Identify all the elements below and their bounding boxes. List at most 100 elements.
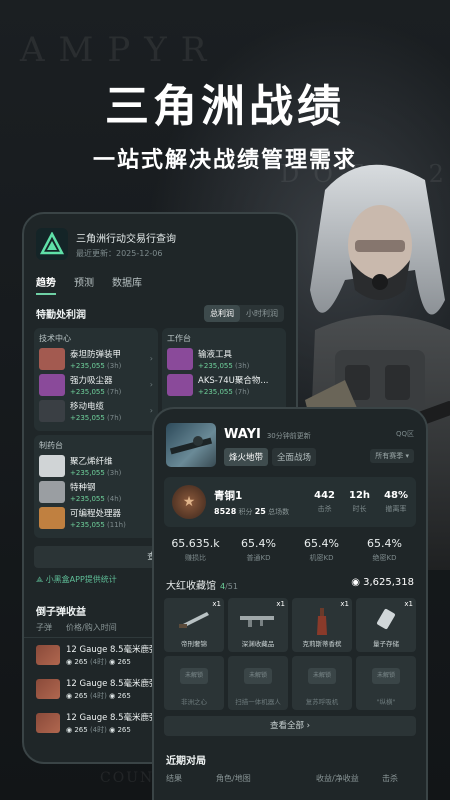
item-name: AKS-74U聚合物... — [198, 376, 269, 386]
recent-matches-title: 近期对局 — [166, 756, 206, 767]
last-update: 最近更新：2025-12-06 — [76, 248, 163, 258]
card-tech-center[interactable]: 技术中心 泰坦防弹装甲 +235,055 (3h) › 强力吸尘器 +235,0… — [34, 328, 158, 431]
rank-score-label: 积分 — [238, 507, 253, 516]
item-name: 可编程处理器 — [70, 509, 122, 519]
stat-value: 65.4% — [304, 537, 339, 550]
stat-ratio: 65.635.k 赚损比 — [164, 537, 227, 563]
item-time: (4h) — [107, 495, 122, 503]
stat-label: 时长 — [352, 505, 367, 513]
vault-item[interactable]: x1 克莉斯蒂香槟 — [292, 598, 352, 652]
view-all-button[interactable]: 查看全部 › — [164, 716, 416, 736]
rank-matches-label: 总场数 — [268, 507, 290, 516]
stat-secret-kd: 65.4% 机密KD — [290, 537, 353, 563]
item-profit: +235,055 — [70, 362, 105, 370]
bullet-thumbnail — [36, 645, 60, 665]
item-name: "纵横" — [376, 698, 396, 706]
row-price: 265 — [74, 692, 88, 700]
item-thumbnail — [39, 400, 65, 422]
stat-kills: 442 击杀 — [314, 490, 335, 514]
list-item[interactable]: 输液工具 +235,055 (3h) — [167, 348, 281, 370]
player-name: WAYI — [224, 427, 261, 442]
bullet-thumbnail — [36, 713, 60, 733]
tab-fullbattle[interactable]: 全面战场 — [272, 448, 317, 466]
vault-item-locked[interactable]: 未解锁 扫描一体机器人 — [228, 656, 288, 710]
tab-trend[interactable]: 趋势 — [36, 274, 56, 295]
column-header: 击杀 — [382, 774, 398, 783]
usb-drive-icon — [377, 608, 395, 630]
item-profit: +235,055 — [70, 388, 105, 396]
card-title: 技术中心 — [39, 334, 71, 343]
item-qty: x1 — [276, 600, 285, 608]
vault-item-locked[interactable]: 未解锁 非洲之心 — [164, 656, 224, 710]
stat-value: 48% — [384, 490, 408, 501]
row-price: 265 — [74, 658, 88, 666]
column-header: 收益/净收益 — [316, 774, 359, 783]
vault-item[interactable]: x1 量子存储 — [356, 598, 416, 652]
mode-tabs: 烽火地带 全面战场 — [224, 448, 317, 466]
stat-label: 击杀 — [317, 505, 332, 513]
item-qty: x1 — [340, 600, 349, 608]
rank-name: 青铜1 — [214, 489, 243, 502]
vault-item[interactable]: x1 帝刑奢锦 — [164, 598, 224, 652]
card-title: 制药台 — [39, 441, 63, 450]
item-thumbnail — [39, 507, 65, 529]
stat-topsecret-kd: 65.4% 绝密KD — [353, 537, 416, 563]
rank-badge-icon: ★ — [172, 485, 206, 519]
vault-total-count: /51 — [225, 582, 238, 591]
tab-firezone[interactable]: 烽火地带 — [224, 448, 269, 466]
stat-label: 普通KD — [246, 554, 271, 562]
item-profit: +235,055 — [70, 521, 105, 529]
item-name: 深渊收藏品 — [241, 640, 275, 648]
list-item[interactable]: 移动电缆 +235,055 (7h) › — [39, 400, 153, 422]
stat-label: 赚损比 — [185, 554, 206, 562]
row-time: (4时) — [89, 658, 107, 666]
item-qty: x1 — [212, 600, 221, 608]
list-item[interactable]: 聚乙烯纤维 +235,055 (3h) — [39, 455, 157, 477]
stat-normal-kd: 65.4% 普通KD — [227, 537, 290, 563]
avatar[interactable] — [166, 423, 216, 467]
updated-time: 30分钟前更新 — [266, 432, 311, 440]
kd-stats: 65.635.k 赚损比 65.4% 普通KD 65.4% 机密KD 65.4% 绝密K… — [154, 527, 426, 563]
column-header: 角色/地图 — [216, 774, 251, 783]
row-price2: 265 — [117, 658, 131, 666]
recent-table-header: 结果 角色/地图 收益/净收益 击杀 — [154, 773, 426, 784]
item-thumbnail — [167, 374, 193, 396]
stat-value: 65.4% — [241, 537, 276, 550]
vault-item-locked[interactable]: 未解锁 "纵横" — [356, 656, 416, 710]
list-item[interactable]: 可编程处理器 +235,055 (11h) — [39, 507, 157, 529]
rank-matches: 25 — [254, 506, 266, 516]
profit-toggle: 总利润 小时利润 — [204, 305, 284, 322]
vault-item-locked[interactable]: 未解锁 复苏呼吸机 — [292, 656, 352, 710]
section-title: 特勤处利润 — [36, 310, 86, 321]
vault-item[interactable]: x1 深渊收藏品 — [228, 598, 288, 652]
app-header: 三角洲行动交易行查询 最近更新：2025-12-06 — [24, 214, 296, 268]
item-qty: x1 — [404, 600, 413, 608]
row-price2: 265 — [117, 726, 131, 734]
item-name: 量子存储 — [373, 640, 399, 648]
lock-label: 未解锁 — [372, 668, 400, 684]
toggle-total-profit[interactable]: 总利润 — [204, 305, 240, 322]
item-name: 帝刑奢锦 — [181, 640, 207, 648]
item-name: 克莉斯蒂香槟 — [302, 640, 342, 648]
card-pharmacy[interactable]: 制药台 聚乙烯纤维 +235,055 (3h) 特种钢 +235,055 (4h… — [34, 435, 162, 538]
item-name: 复苏呼吸机 — [305, 698, 339, 706]
vault-header: 大红收藏馆 4/51 ◉ 3,625,318 — [154, 563, 426, 598]
season-select[interactable]: 所有赛季 ▾ — [370, 449, 414, 463]
item-name: 输液工具 — [198, 350, 233, 360]
list-item[interactable]: 强力吸尘器 +235,055 (7h) › — [39, 374, 153, 396]
item-time: (7h) — [107, 388, 122, 396]
stat-duration: 12h 时长 — [349, 490, 370, 514]
toggle-hourly-profit[interactable]: 小时利润 — [240, 305, 284, 322]
row-name: 12 Gauge 8.5毫米鹿弹 — [66, 679, 158, 689]
coin-icon: ◉ — [351, 577, 364, 588]
list-item[interactable]: 特种钢 +235,055 (4h) — [39, 481, 157, 503]
item-profit: +235,055 — [198, 388, 233, 396]
tab-database[interactable]: 数据库 — [112, 274, 142, 295]
stat-value: 442 — [314, 490, 336, 501]
list-item[interactable]: 泰坦防弹装甲 +235,055 (3h) › — [39, 348, 153, 370]
chevron-right-icon: › — [149, 406, 153, 415]
stat-label: 绝密KD — [372, 554, 397, 562]
list-item[interactable]: AKS-74U聚合物... +235,055 (7h) — [167, 374, 281, 396]
stat-value: 12h — [349, 490, 371, 501]
tab-forecast[interactable]: 预测 — [74, 274, 94, 295]
